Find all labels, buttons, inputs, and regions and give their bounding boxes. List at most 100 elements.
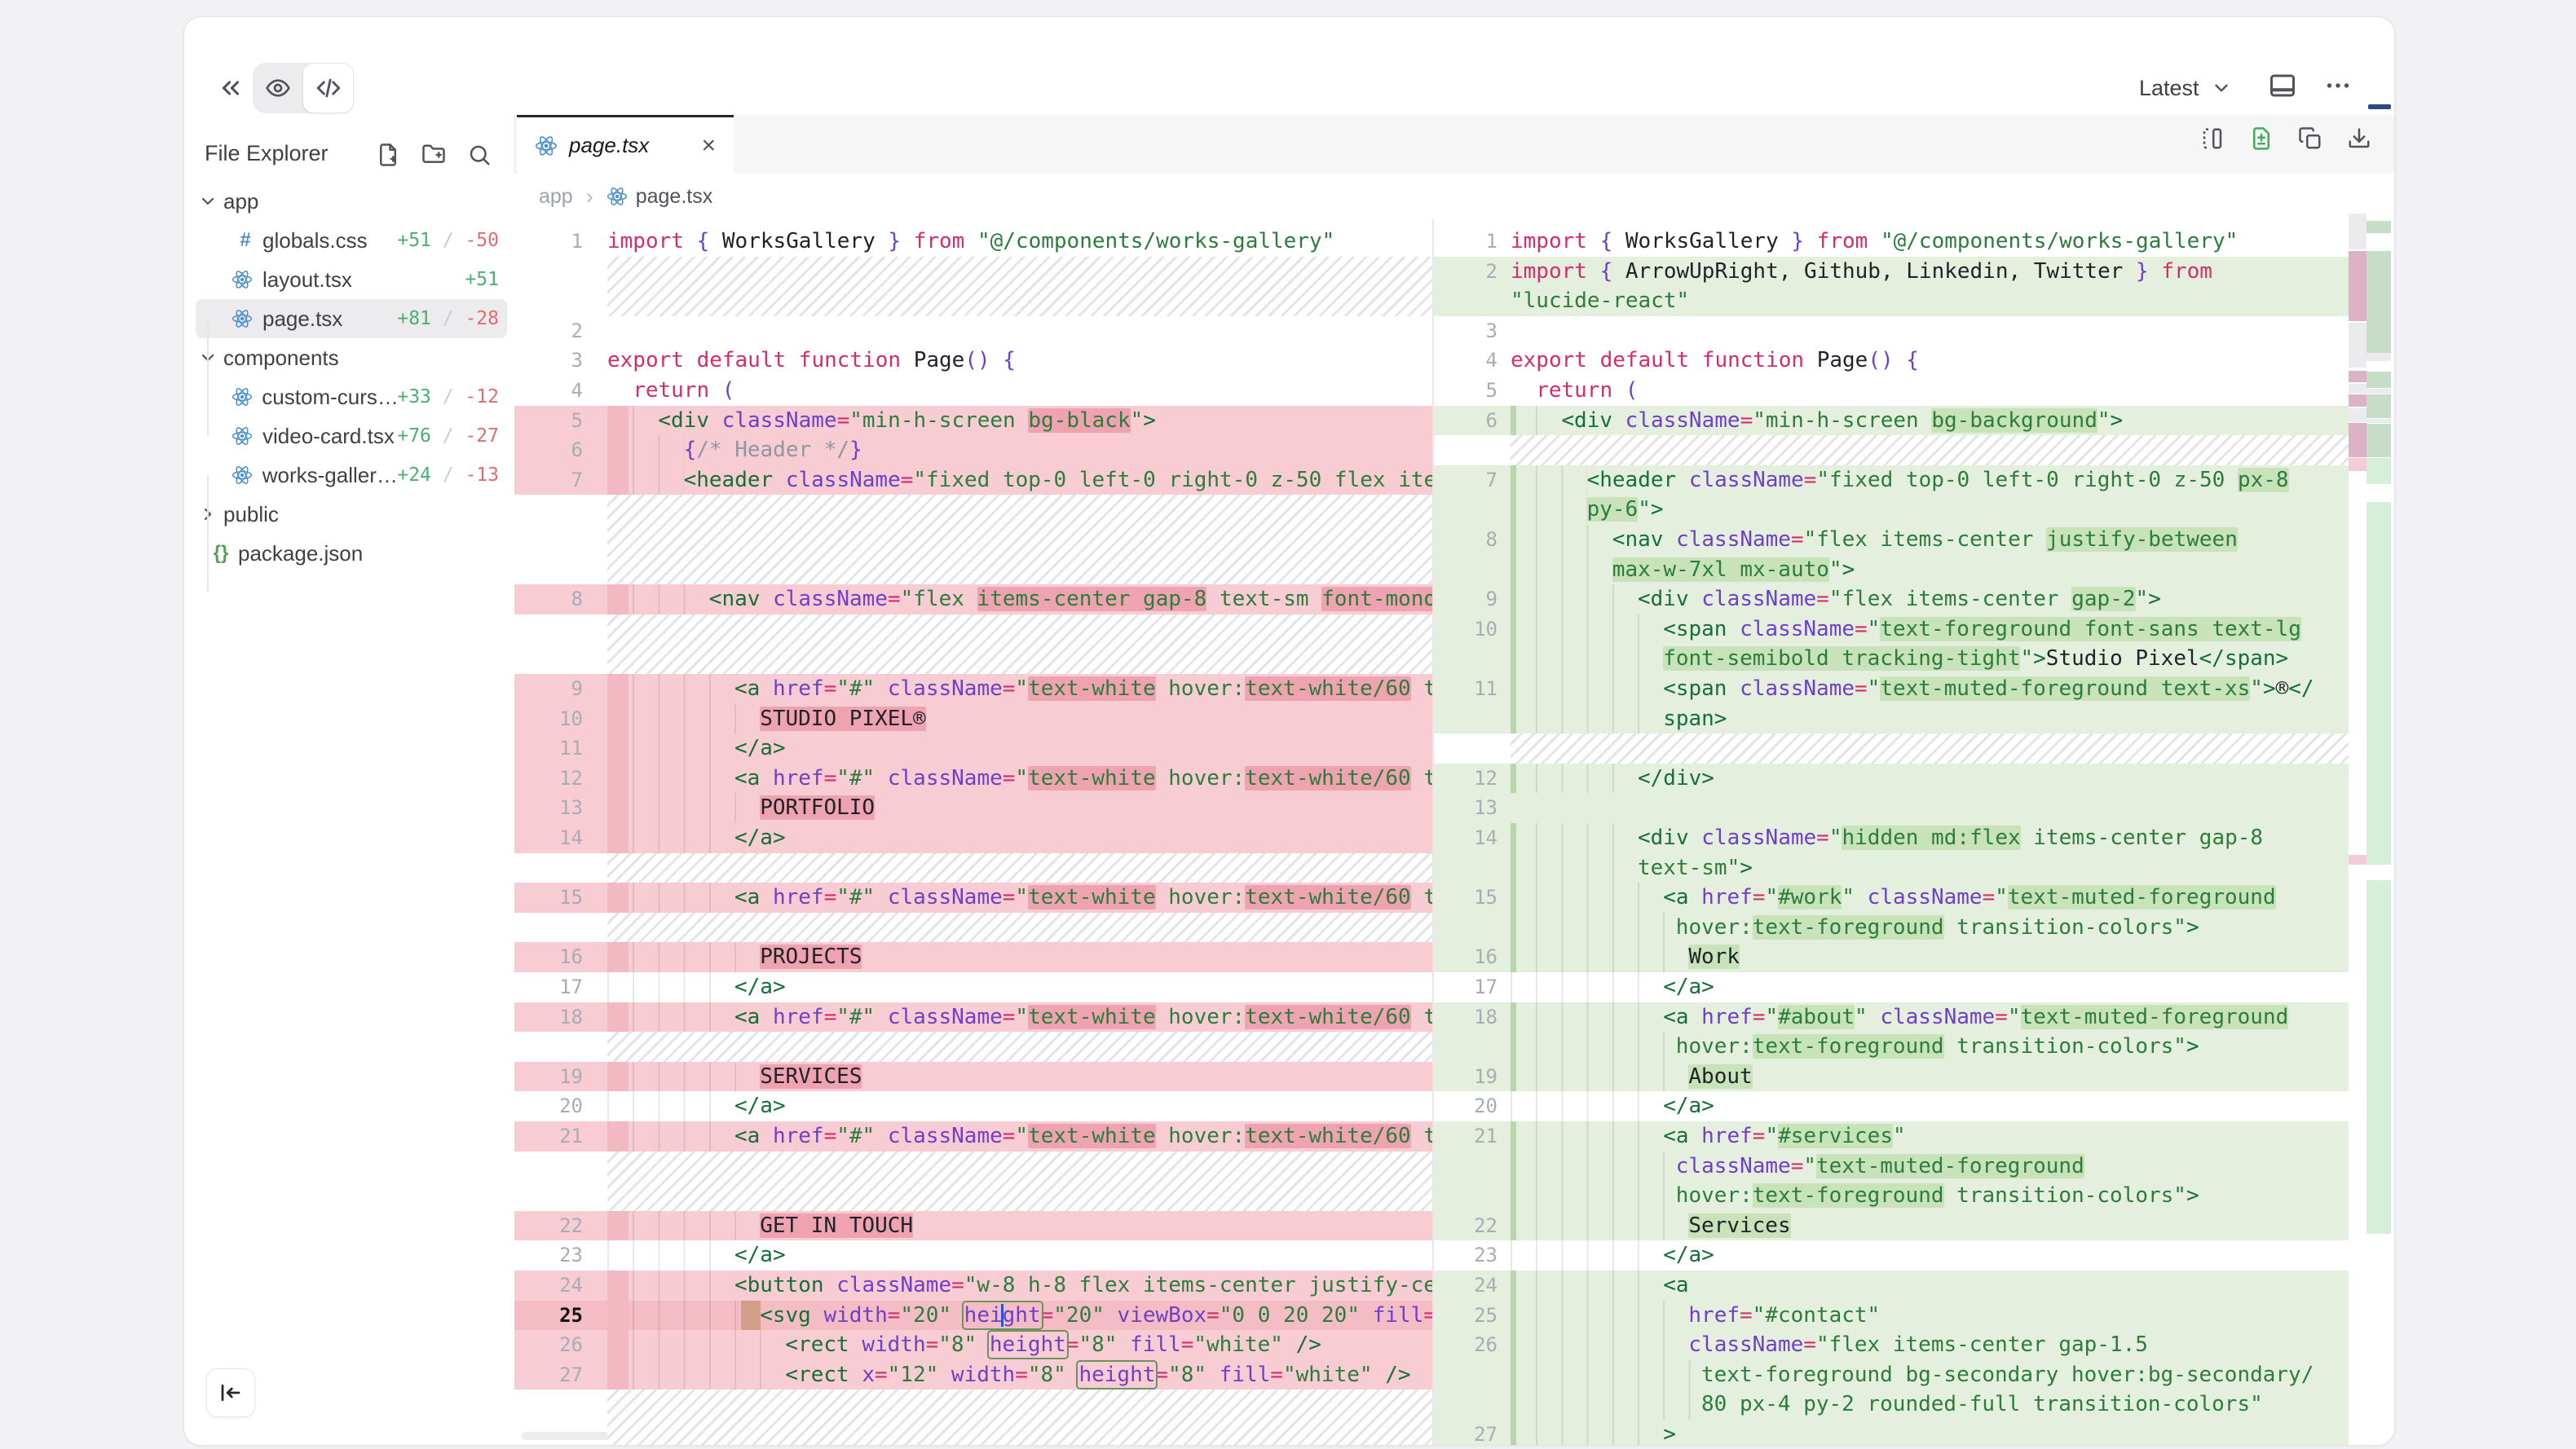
diff-line-added[interactable]: span>: [1434, 704, 2349, 734]
diff-line-removed[interactable]: 19SERVICES: [514, 1062, 1432, 1092]
diff-pane-modified[interactable]: 1import { WorksGallery } from "@/compone…: [1434, 219, 2349, 1445]
diff-line-removed[interactable]: 13PORTFOLIO: [514, 793, 1432, 823]
sidebar-folder-components[interactable]: components: [196, 338, 507, 377]
diff-line-removed[interactable]: 15<a href="#" className="text-white hove…: [514, 883, 1432, 913]
diff-line-added[interactable]: text-foreground bg-secondary hover:bg-se…: [1434, 1360, 2349, 1390]
diff-line-context[interactable]: 4return (: [514, 376, 1432, 406]
diff-line-added[interactable]: className="text-muted-foreground: [1434, 1152, 2349, 1182]
diff-line-context[interactable]: 23</a>: [514, 1240, 1432, 1271]
diff-line-added[interactable]: 6<div className="min-h-screen bg-backgro…: [1434, 406, 2349, 436]
diff-line-removed[interactable]: 27<rect x="12" width="8" height="8" fill…: [514, 1360, 1432, 1390]
diff-line-removed[interactable]: 26<rect width="8" height="8" fill="white…: [514, 1330, 1432, 1360]
diff-line-context[interactable]: 1import { WorksGallery } from "@/compone…: [1434, 227, 2349, 257]
sidebar-file-custom-curs[interactable]: custom-curs…+33 / -12: [196, 377, 507, 416]
minimap-scrollbar-track[interactable]: [2394, 219, 2395, 1445]
tab-page-tsx[interactable]: page.tsx ×: [517, 115, 734, 174]
sidebar-file-works-galler[interactable]: works-galler…+24 / -13: [196, 456, 507, 495]
diff-line-removed[interactable]: 14</a>: [514, 823, 1432, 853]
diff-line-context[interactable]: 20</a>: [1434, 1091, 2349, 1121]
diff-line-added[interactable]: max-w-7xl mx-auto">: [1434, 555, 2349, 585]
diff-line-added[interactable]: py-6">: [1434, 495, 2349, 525]
diff-line-added[interactable]: 80 px-4 py-2 rounded-full transition-col…: [1434, 1390, 2349, 1420]
sidebar-file-layout.tsx[interactable]: layout.tsx+51: [196, 260, 507, 299]
diff-line-added[interactable]: 13: [1434, 793, 2349, 823]
diff-line-added[interactable]: 10<span className="text-foreground font-…: [1434, 614, 2349, 645]
diff-line-added[interactable]: hover:text-foreground transition-colors"…: [1434, 1032, 2349, 1062]
split-view-icon[interactable]: [2200, 126, 2225, 151]
diff-line-removed[interactable]: 24<button className="w-8 h-8 flex items-…: [514, 1271, 1432, 1301]
diff-line-added[interactable]: 14<div className="hidden md:flex items-c…: [1434, 823, 2349, 853]
diff-line-removed[interactable]: 22GET IN TOUCH: [514, 1211, 1432, 1241]
diff-line-added[interactable]: "lucide-react": [1434, 286, 2349, 316]
diff-line-added[interactable]: 27>: [1434, 1420, 2349, 1445]
sidebar-folder-public[interactable]: public: [196, 495, 507, 534]
sidebar-file-package.json[interactable]: {}package.json: [196, 534, 507, 573]
diff-line-added[interactable]: 15<a href="#work" className="text-muted-…: [1434, 883, 2349, 913]
diff-line-added[interactable]: 7<header className="fixed top-0 left-0 r…: [1434, 465, 2349, 495]
diff-line-context[interactable]: 17</a>: [1434, 972, 2349, 1002]
diff-line-added[interactable]: 22Services: [1434, 1211, 2349, 1241]
diff-line-added[interactable]: font-semibold tracking-tight">Studio Pix…: [1434, 644, 2349, 674]
close-icon[interactable]: ×: [701, 134, 716, 158]
diff-line-removed[interactable]: 9<a href="#" className="text-white hover…: [514, 674, 1432, 704]
diff-line-context[interactable]: 5return (: [1434, 376, 2349, 406]
diff-line-added[interactable]: 16Work: [1434, 942, 2349, 972]
copy-icon[interactable]: [2298, 126, 2322, 151]
sidebar-folder-app[interactable]: app: [196, 182, 507, 221]
code-toggle-button[interactable]: [302, 63, 354, 113]
diff-line-removed[interactable]: 18<a href="#" className="text-white hove…: [514, 1002, 1432, 1033]
diff-line-context[interactable]: 3: [1434, 316, 2349, 346]
preview-toggle-button[interactable]: [253, 63, 302, 113]
diff-line-context[interactable]: 3export default function Page() {: [514, 346, 1432, 376]
diff-line-added[interactable]: 9<div className="flex items-center gap-2…: [1434, 584, 2349, 614]
diff-line-added[interactable]: 21<a href="#services": [1434, 1121, 2349, 1152]
diff-line-removed[interactable]: 16PROJECTS: [514, 942, 1432, 972]
file-diff-icon[interactable]: [2249, 126, 2274, 151]
breadcrumb-file[interactable]: page.tsx: [636, 185, 713, 209]
new-folder-button[interactable]: [421, 143, 446, 167]
collapse-sidebar-button[interactable]: [206, 1368, 255, 1417]
more-options-button[interactable]: [2323, 71, 2353, 100]
diff-line-added[interactable]: 24<a: [1434, 1271, 2349, 1301]
diff-line-removed[interactable]: 5<div className="min-h-screen bg-black">: [514, 406, 1432, 436]
diff-line-added[interactable]: 8<nav className="flex items-center justi…: [1434, 525, 2349, 555]
diff-line-added[interactable]: 25href="#contact": [1434, 1301, 2349, 1331]
diff-line-context[interactable]: 23</a>: [1434, 1240, 2349, 1271]
version-dropdown[interactable]: Latest: [2139, 69, 2232, 107]
diff-line-added[interactable]: 12</div>: [1434, 764, 2349, 794]
diff-line-context[interactable]: 17</a>: [514, 972, 1432, 1002]
diff-line-removed[interactable]: 8<nav className="flex items-center gap-8…: [514, 584, 1432, 614]
diff-line-removed[interactable]: 6{/* Header */}: [514, 435, 1432, 465]
diff-line-removed[interactable]: 11</a>: [514, 733, 1432, 764]
minimap-addition-block: [2366, 502, 2391, 865]
diff-line-added[interactable]: 11<span className="text-muted-foreground…: [1434, 674, 2349, 704]
download-icon[interactable]: [2347, 126, 2371, 151]
diff-line-added[interactable]: 2import { ArrowUpRight, Github, Linkedin…: [1434, 257, 2349, 287]
search-icon[interactable]: [467, 143, 492, 167]
diff-line-added[interactable]: 18<a href="#about" className="text-muted…: [1434, 1002, 2349, 1033]
diff-minimap[interactable]: [2349, 219, 2394, 1445]
diff-line-context[interactable]: 4export default function Page() {: [1434, 346, 2349, 376]
diff-line-added[interactable]: hover:text-foreground transition-colors"…: [1434, 1181, 2349, 1211]
diff-line-added[interactable]: 26className="flex items-center gap-1.5: [1434, 1330, 2349, 1360]
sidebar-file-globals.css[interactable]: #globals.css+51 / -50: [196, 221, 507, 260]
diff-line-added[interactable]: 19About: [1434, 1062, 2349, 1092]
breadcrumb-folder[interactable]: app: [539, 185, 573, 209]
diff-line-removed[interactable]: 12<a href="#" className="text-white hove…: [514, 764, 1432, 794]
new-file-button[interactable]: [376, 143, 400, 167]
diff-pane-original[interactable]: 1import { WorksGallery } from "@/compone…: [514, 219, 1434, 1445]
diff-line-added[interactable]: hover:text-foreground transition-colors"…: [1434, 913, 2349, 943]
diff-line-removed[interactable]: 25<svg width="20" height="20" viewBox="0…: [514, 1301, 1432, 1331]
diff-line-context[interactable]: 20</a>: [514, 1091, 1432, 1121]
sidebar-file-video-card.tsx[interactable]: video-card.tsx+76 / -27: [196, 416, 507, 456]
panel-bottom-button[interactable]: [2268, 71, 2297, 100]
diff-line-removed[interactable]: 7<header className="fixed top-0 left-0 r…: [514, 465, 1432, 495]
diff-line-removed[interactable]: 10STUDIO PIXEL®: [514, 704, 1432, 734]
sidebar-file-page.tsx[interactable]: page.tsx+81 / -28: [196, 299, 507, 338]
line-number: [1434, 1032, 1511, 1062]
diff-line-context[interactable]: 1import { WorksGallery } from "@/compone…: [514, 227, 1432, 257]
diff-line-removed[interactable]: 21<a href="#" className="text-white hove…: [514, 1121, 1432, 1152]
collapse-panel-button[interactable]: [212, 61, 249, 115]
diff-line-added[interactable]: text-sm">: [1434, 853, 2349, 883]
diff-line-context[interactable]: 2: [514, 316, 1432, 346]
